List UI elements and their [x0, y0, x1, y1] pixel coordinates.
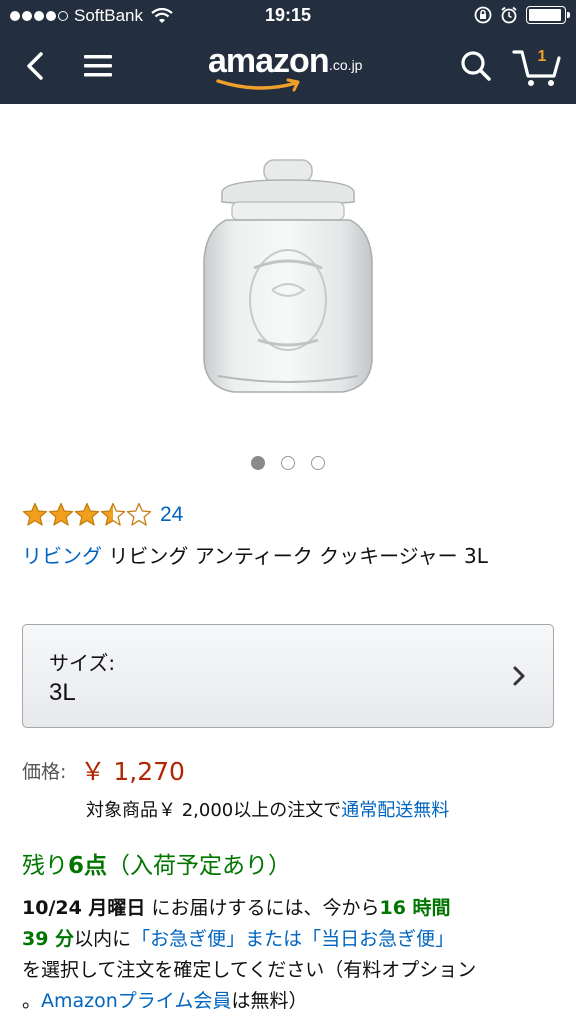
alarm-icon	[501, 6, 517, 24]
size-selector[interactable]: サイズ: 3L	[22, 624, 554, 728]
delivery-info: 10/24 月曜日 にお届けするには、今から16 時間 39 分以内に「お急ぎ便…	[22, 893, 562, 1017]
shipping-text: 対象商品￥ 2,000以上の注文で	[86, 800, 342, 821]
express-delivery-link[interactable]: 「お急ぎ便」または「当日お急ぎ便」	[131, 928, 454, 950]
delivery-text-5: は無料）	[231, 990, 308, 1012]
price-row: 価格: ￥ 1,270	[22, 752, 185, 788]
star-full-icon	[22, 502, 48, 526]
hamburger-menu-icon[interactable]	[80, 48, 116, 84]
stock-prefix: 残り	[22, 853, 68, 879]
price-value: ￥ 1,270	[80, 757, 185, 786]
free-shipping-link[interactable]: 通常配送無料	[341, 800, 449, 821]
delivery-date: 10/24 月曜日	[22, 897, 146, 919]
status-right	[474, 6, 570, 24]
product-name: リビング アンティーク クッキージャー 3L	[102, 544, 488, 568]
product-title: リビング リビング アンティーク クッキージャー 3L	[22, 540, 552, 573]
stock-count: 6点	[68, 853, 108, 879]
star-full-icon	[74, 502, 100, 526]
amazon-logo[interactable]: amazon .co.jp	[208, 40, 378, 96]
delivery-text-1: にお届けするには、今から	[145, 897, 380, 919]
delivery-text-3: を選択して注文を確定してください（有料オプション	[22, 959, 477, 981]
status-bar: SoftBank 19:15	[0, 0, 576, 34]
carousel-dot[interactable]	[281, 456, 295, 470]
cart-button[interactable]: 1	[512, 44, 564, 88]
delivery-text-2: 以内に	[74, 928, 132, 950]
delivery-text-4: 。	[22, 990, 42, 1012]
price-label: 価格:	[22, 760, 67, 783]
star-empty-icon	[126, 502, 152, 526]
battery-icon	[526, 6, 570, 24]
chevron-right-icon	[513, 666, 525, 686]
app-header: SoftBank 19:15 amazon .co.jp 1	[0, 0, 576, 104]
rating-stars	[22, 502, 152, 528]
review-count-link[interactable]: 24	[160, 503, 183, 527]
carousel-dot[interactable]	[251, 456, 265, 470]
star-half-icon	[100, 502, 126, 526]
brand-link[interactable]: リビング	[22, 544, 102, 568]
stock-status: 残り6点（入荷予定あり）	[22, 846, 291, 880]
product-image[interactable]	[188, 150, 388, 410]
star-rating[interactable]: 24	[22, 500, 183, 530]
search-icon[interactable]	[458, 48, 494, 84]
shipping-info: 対象商品￥ 2,000以上の注文で通常配送無料	[86, 796, 449, 822]
smile-arrow-icon	[216, 78, 300, 92]
nav-bar: amazon .co.jp 1	[0, 34, 576, 104]
logo-text: amazon	[208, 42, 330, 80]
size-value: 3L	[49, 679, 76, 706]
logo-domain: .co.jp	[329, 57, 363, 73]
countdown-minutes: 39 分	[22, 928, 75, 950]
size-label: サイズ:	[49, 651, 116, 675]
star-full-icon	[48, 502, 74, 526]
cart-count-badge: 1	[537, 48, 547, 65]
prime-member-link[interactable]: Amazonプライム会員	[41, 990, 231, 1012]
carousel-dot[interactable]	[311, 456, 325, 470]
back-arrow-icon[interactable]	[18, 48, 54, 84]
stock-suffix: （入荷予定あり）	[107, 853, 292, 879]
rotation-lock-icon	[474, 6, 492, 24]
image-carousel-indicator[interactable]	[0, 456, 576, 470]
countdown-hours: 16 時間	[379, 897, 451, 919]
